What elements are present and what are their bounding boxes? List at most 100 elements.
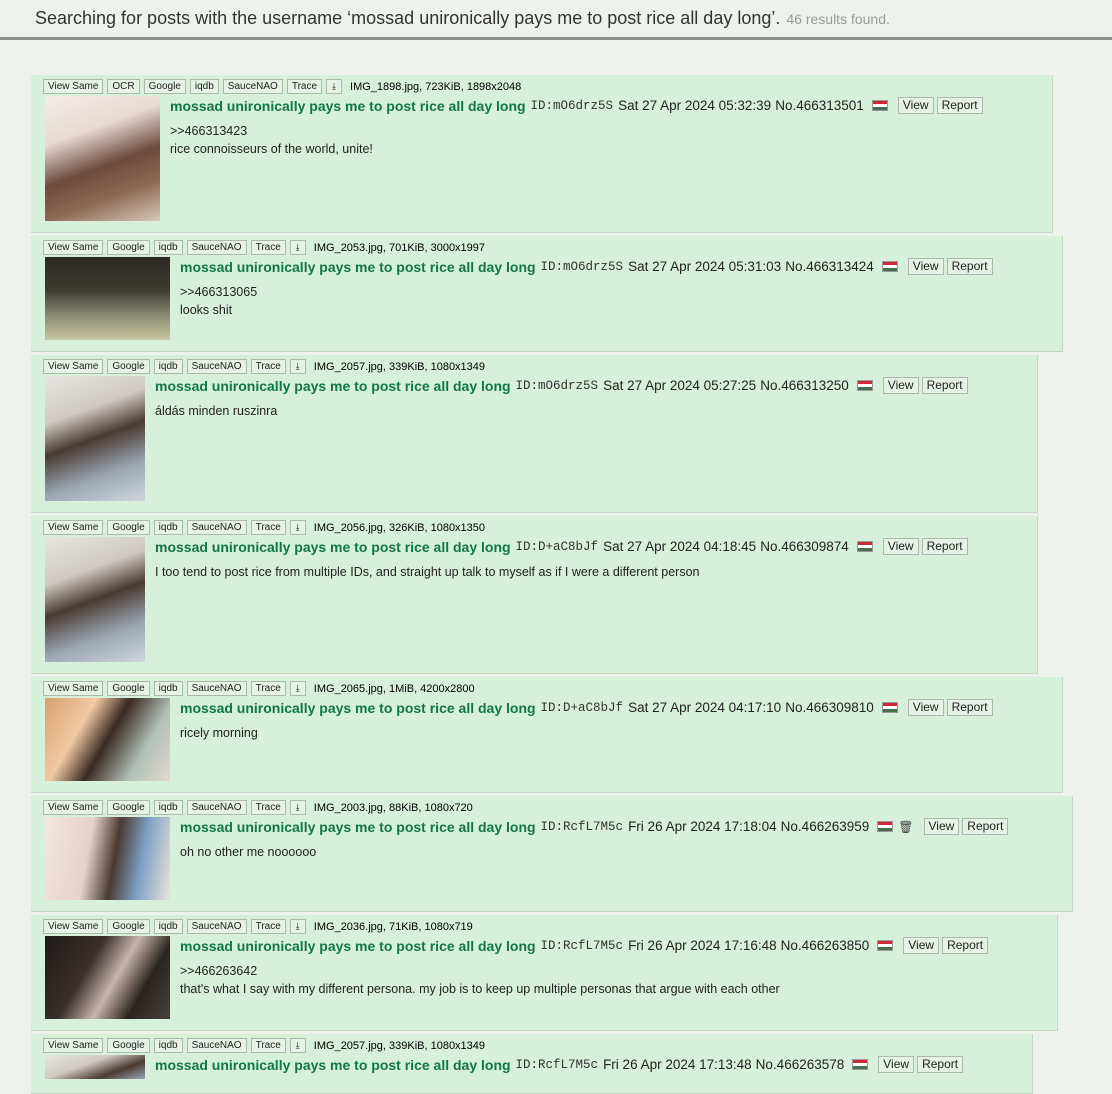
- trace-button[interactable]: Trace: [250, 359, 286, 374]
- trace-button[interactable]: Trace: [250, 1038, 286, 1053]
- report-button[interactable]: Report: [917, 1056, 964, 1073]
- iqdb-button[interactable]: iqdb: [153, 800, 183, 815]
- download-icon[interactable]: ⤓: [289, 800, 306, 815]
- file-info[interactable]: IMG_2065.jpg, 1MiB, 4200x2800: [314, 683, 475, 695]
- google-button[interactable]: Google: [107, 359, 150, 374]
- saucenao-button[interactable]: SauceNAO: [186, 919, 247, 934]
- saucenao-button[interactable]: SauceNAO: [186, 1038, 247, 1053]
- thumbnail[interactable]: [45, 1055, 145, 1079]
- saucenao-button[interactable]: SauceNAO: [186, 520, 247, 535]
- saucenao-button[interactable]: SauceNAO: [186, 240, 247, 255]
- thumbnail[interactable]: [45, 936, 170, 1019]
- post-number[interactable]: No.466313250: [760, 378, 849, 393]
- post-number[interactable]: No.466263850: [781, 938, 870, 953]
- view-same-button[interactable]: View Same: [43, 1038, 104, 1053]
- download-icon[interactable]: ⤓: [289, 1038, 306, 1053]
- view-button[interactable]: View: [903, 937, 940, 954]
- thumbnail[interactable]: [45, 257, 170, 340]
- trace-button[interactable]: Trace: [250, 240, 286, 255]
- thumbnail[interactable]: [45, 698, 170, 781]
- view-same-button[interactable]: View Same: [43, 359, 104, 374]
- view-button[interactable]: View: [907, 258, 944, 275]
- post-number[interactable]: No.466313501: [775, 98, 864, 113]
- report-button[interactable]: Report: [921, 377, 968, 394]
- download-icon[interactable]: ⤓: [326, 79, 343, 94]
- download-icon[interactable]: ⤓: [289, 520, 306, 535]
- google-button[interactable]: Google: [143, 79, 186, 94]
- download-icon[interactable]: ⤓: [289, 240, 306, 255]
- google-button[interactable]: Google: [107, 240, 150, 255]
- saucenao-button[interactable]: SauceNAO: [186, 800, 247, 815]
- ocr-button[interactable]: OCR: [107, 79, 140, 94]
- view-button[interactable]: View: [878, 1056, 915, 1073]
- download-icon[interactable]: ⤓: [289, 681, 306, 696]
- saucenao-button[interactable]: SauceNAO: [186, 359, 247, 374]
- trace-button[interactable]: Trace: [250, 800, 286, 815]
- view-button[interactable]: View: [923, 818, 960, 835]
- google-button[interactable]: Google: [107, 919, 150, 934]
- iqdb-button[interactable]: iqdb: [153, 919, 183, 934]
- thumbnail[interactable]: [45, 817, 170, 900]
- report-button[interactable]: Report: [942, 937, 989, 954]
- iqdb-button[interactable]: iqdb: [153, 1038, 183, 1053]
- trace-button[interactable]: Trace: [250, 520, 286, 535]
- view-same-button[interactable]: View Same: [43, 79, 104, 94]
- thumbnail[interactable]: [45, 96, 160, 221]
- iqdb-button[interactable]: iqdb: [153, 520, 183, 535]
- view-button[interactable]: View: [907, 699, 944, 716]
- poster-id[interactable]: ID:mO6drz5S: [541, 260, 624, 274]
- google-button[interactable]: Google: [107, 681, 150, 696]
- download-icon[interactable]: ⤓: [289, 359, 306, 374]
- report-button[interactable]: Report: [946, 258, 993, 275]
- report-button[interactable]: Report: [962, 818, 1009, 835]
- view-button[interactable]: View: [897, 97, 934, 114]
- view-same-button[interactable]: View Same: [43, 800, 104, 815]
- poster-id[interactable]: ID:RcfL7M5c: [541, 939, 624, 953]
- saucenao-button[interactable]: SauceNAO: [186, 681, 247, 696]
- download-icon[interactable]: ⤓: [289, 919, 306, 934]
- view-same-button[interactable]: View Same: [43, 919, 104, 934]
- poster-id[interactable]: ID:mO6drz5S: [531, 99, 614, 113]
- post-number[interactable]: No.466313424: [785, 259, 874, 274]
- trace-button[interactable]: Trace: [250, 681, 286, 696]
- iqdb-button[interactable]: iqdb: [153, 240, 183, 255]
- thumbnail[interactable]: [45, 376, 145, 501]
- quote-link[interactable]: >>466263642: [180, 962, 780, 980]
- iqdb-button[interactable]: iqdb: [153, 681, 183, 696]
- trace-button[interactable]: Trace: [250, 919, 286, 934]
- file-info[interactable]: IMG_2053.jpg, 701KiB, 3000x1997: [314, 242, 485, 254]
- file-info[interactable]: IMG_2056.jpg, 326KiB, 1080x1350: [314, 522, 485, 534]
- file-info[interactable]: IMG_2057.jpg, 339KiB, 1080x1349: [314, 1040, 485, 1052]
- saucenao-button[interactable]: SauceNAO: [222, 79, 283, 94]
- post-number[interactable]: No.466263959: [781, 819, 870, 834]
- google-button[interactable]: Google: [107, 1038, 150, 1053]
- quote-link[interactable]: >>466313065: [180, 283, 257, 301]
- google-button[interactable]: Google: [107, 800, 150, 815]
- poster-id[interactable]: ID:RcfL7M5c: [516, 1058, 599, 1072]
- view-same-button[interactable]: View Same: [43, 681, 104, 696]
- thumbnail[interactable]: [45, 537, 145, 662]
- view-same-button[interactable]: View Same: [43, 240, 104, 255]
- poster-id[interactable]: ID:RcfL7M5c: [541, 820, 624, 834]
- post-number[interactable]: No.466309874: [760, 539, 849, 554]
- file-info[interactable]: IMG_2036.jpg, 71KiB, 1080x719: [314, 921, 473, 933]
- iqdb-button[interactable]: iqdb: [189, 79, 219, 94]
- report-button[interactable]: Report: [936, 97, 983, 114]
- trace-button[interactable]: Trace: [286, 79, 323, 94]
- iqdb-button[interactable]: iqdb: [153, 359, 183, 374]
- post-number[interactable]: No.466263578: [756, 1057, 845, 1072]
- post-number[interactable]: No.466309810: [785, 700, 874, 715]
- view-same-button[interactable]: View Same: [43, 520, 104, 535]
- view-button[interactable]: View: [882, 377, 919, 394]
- quote-link[interactable]: >>466313423: [170, 122, 373, 140]
- poster-id[interactable]: ID:D+aC8bJf: [516, 540, 599, 554]
- poster-id[interactable]: ID:mO6drz5S: [516, 379, 599, 393]
- google-button[interactable]: Google: [107, 520, 150, 535]
- poster-id[interactable]: ID:D+aC8bJf: [541, 701, 624, 715]
- file-info[interactable]: IMG_2057.jpg, 339KiB, 1080x1349: [314, 361, 485, 373]
- report-button[interactable]: Report: [921, 538, 968, 555]
- view-button[interactable]: View: [882, 538, 919, 555]
- file-info[interactable]: IMG_1898.jpg, 723KiB, 1898x2048: [350, 81, 521, 93]
- file-info[interactable]: IMG_2003.jpg, 88KiB, 1080x720: [314, 802, 473, 814]
- report-button[interactable]: Report: [946, 699, 993, 716]
